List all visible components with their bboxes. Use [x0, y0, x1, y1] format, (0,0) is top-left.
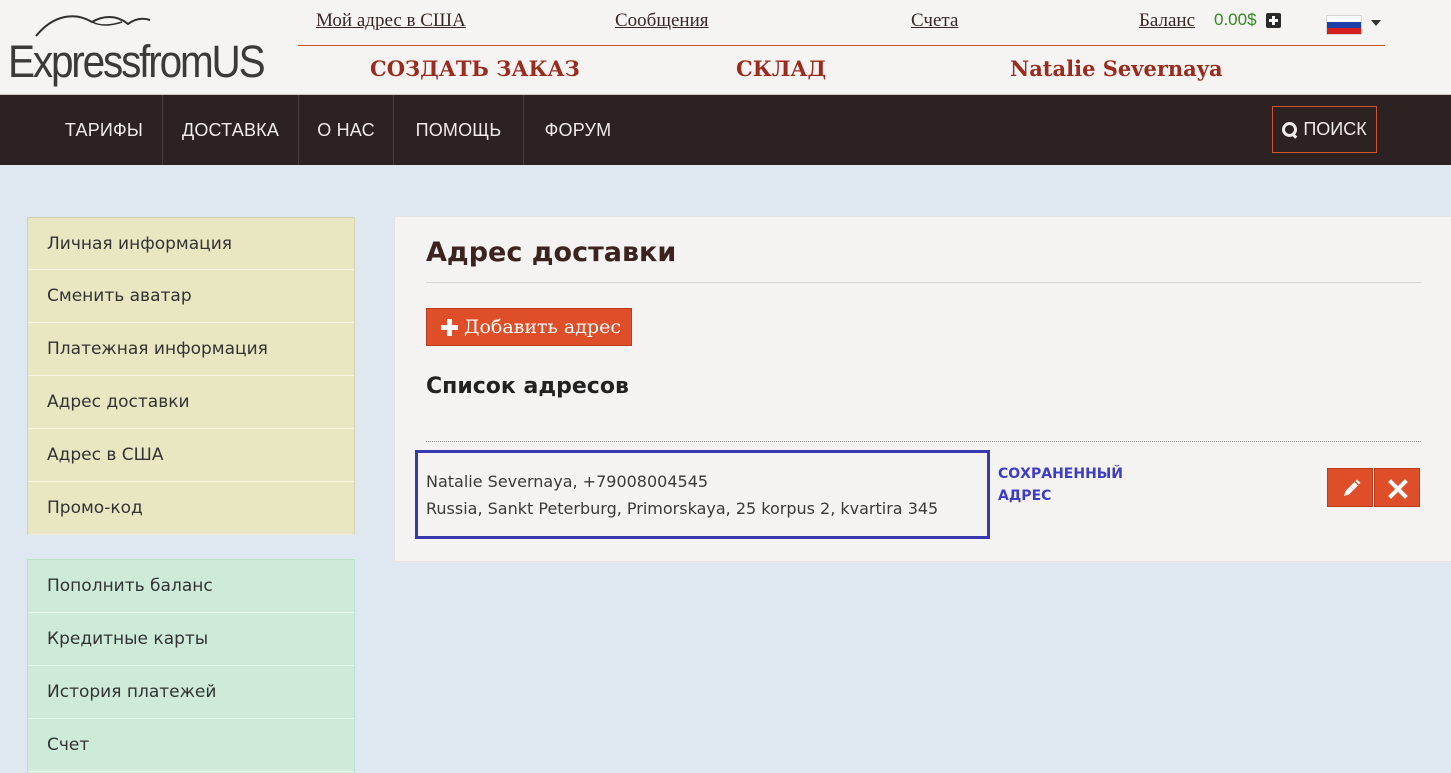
- sidebar-item-personal-info[interactable]: Личная информация: [28, 218, 354, 270]
- profile-menu: Личная информация Сменить аватар Платежн…: [27, 217, 355, 535]
- logo-swoosh-icon: [35, 15, 151, 37]
- russia-flag-icon[interactable]: [1326, 15, 1362, 35]
- address-card: Natalie Severnaya, +79008004545 Russia, …: [415, 450, 990, 539]
- nav-item-help[interactable]: ПОМОЩЬ: [394, 95, 523, 165]
- account-links: Мой адрес в США Сообщения Счета Баланс 0…: [298, 0, 1385, 46]
- chevron-down-icon[interactable]: [1371, 20, 1381, 26]
- address-list-title: Список адресов: [426, 374, 629, 399]
- warehouse-link[interactable]: СКЛАД: [736, 56, 826, 81]
- search-button[interactable]: ПОИСК: [1272, 106, 1377, 153]
- sidebar-item-promo-code[interactable]: Промо-код: [28, 482, 354, 535]
- saved-address-badge: СОХРАНЕННЫЙ АДРЕС: [998, 466, 1124, 504]
- sidebar-item-payment-info[interactable]: Платежная информация: [28, 323, 354, 376]
- balance-link[interactable]: Баланс: [1139, 10, 1195, 32]
- finance-menu: Пополнить баланс Кредитные карты История…: [27, 559, 355, 773]
- nav-item-delivery[interactable]: ДОСТАВКА: [163, 95, 298, 165]
- nav-item-about[interactable]: О НАС: [299, 95, 393, 165]
- sidebar-item-payment-history[interactable]: История платежей: [28, 666, 354, 719]
- divider: [426, 441, 1421, 442]
- balance-amount: 0.00$: [1214, 10, 1257, 29]
- address-full: Russia, Sankt Peterburg, Primorskaya, 25…: [426, 499, 939, 518]
- nav-item-tariffs[interactable]: ТАРИФЫ: [46, 95, 162, 165]
- create-order-link[interactable]: СОЗДАТЬ ЗАКАЗ: [370, 56, 580, 81]
- search-icon: [1282, 121, 1298, 138]
- search-button-label: ПОИСК: [1303, 119, 1367, 139]
- divider: [426, 282, 1421, 283]
- sidebar-item-us-address[interactable]: Адрес в США: [28, 429, 354, 482]
- close-icon: [1388, 479, 1408, 499]
- sidebar-item-invoice[interactable]: Счет: [28, 719, 354, 772]
- address-name-phone: Natalie Severnaya, +79008004545: [426, 472, 709, 491]
- sidebar-item-delivery-address[interactable]: Адрес доставки: [28, 376, 354, 429]
- top-header: ExpressfromUS Мой адрес в США Сообщения …: [0, 0, 1451, 95]
- delete-address-button[interactable]: [1374, 468, 1420, 507]
- edit-address-button[interactable]: [1327, 468, 1373, 507]
- user-name-link[interactable]: Natalie Severnaya: [1010, 56, 1223, 81]
- sidebar-item-top-up-balance[interactable]: Пополнить баланс: [28, 560, 354, 613]
- nav-item-forum[interactable]: ФОРУМ: [524, 95, 632, 165]
- messages-link[interactable]: Сообщения: [615, 10, 708, 32]
- plus-icon: [441, 318, 458, 336]
- logo-text: ExpressfromUS: [8, 36, 266, 87]
- page-title: Адрес доставки: [426, 237, 677, 268]
- sidebar-item-credit-cards[interactable]: Кредитные карты: [28, 613, 354, 666]
- main-nav: ТАРИФЫ ДОСТАВКА О НАС ПОМОЩЬ ФОРУМ ПОИСК: [0, 95, 1451, 165]
- pencil-icon: [1344, 479, 1361, 496]
- invoices-link[interactable]: Счета: [911, 10, 958, 32]
- add-address-button[interactable]: Добавить адрес: [426, 308, 632, 346]
- add-address-label: Добавить адрес: [464, 316, 621, 338]
- delivery-address-panel: Адрес доставки Добавить адрес Список адр…: [394, 216, 1451, 562]
- sidebar-item-change-avatar[interactable]: Сменить аватар: [28, 270, 354, 323]
- site-logo[interactable]: ExpressfromUS: [8, 12, 266, 87]
- my-us-address-link[interactable]: Мой адрес в США: [316, 10, 466, 32]
- add-balance-icon[interactable]: [1266, 13, 1281, 28]
